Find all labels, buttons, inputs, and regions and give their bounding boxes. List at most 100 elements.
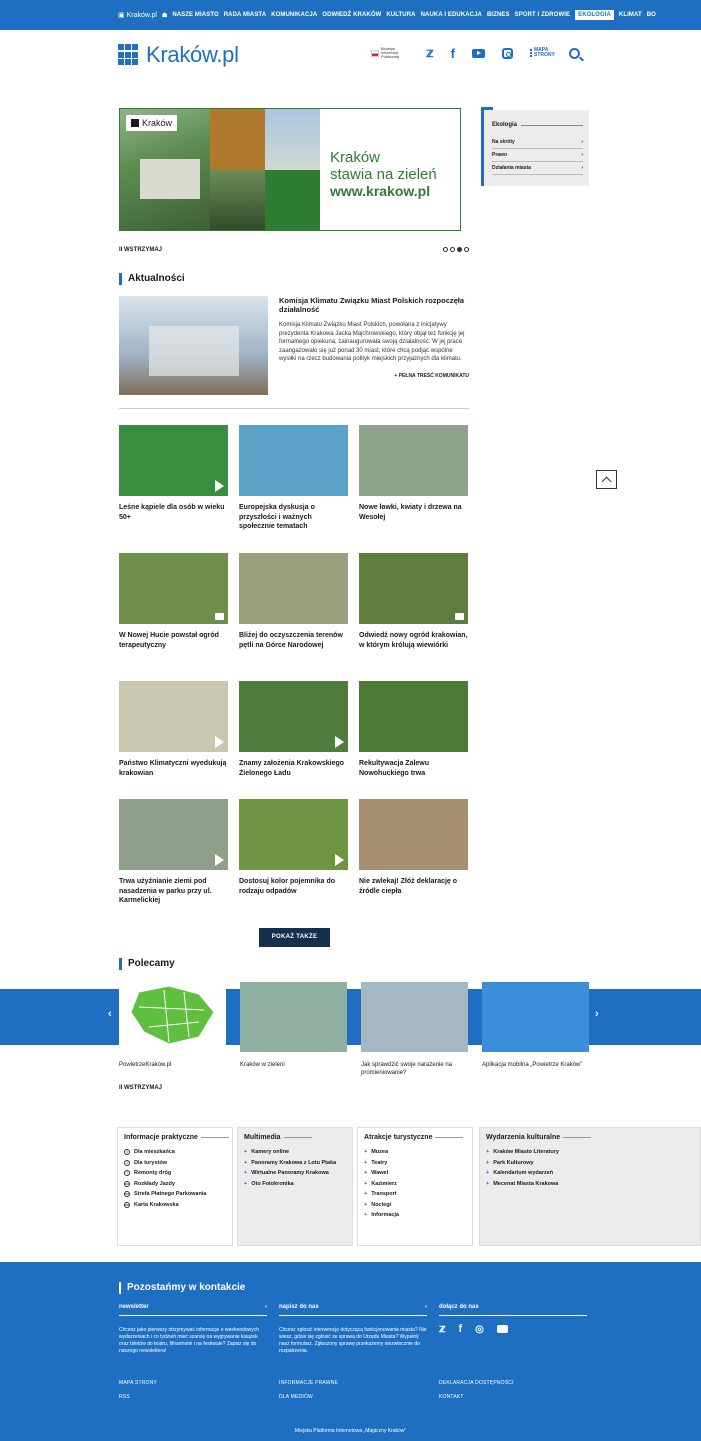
nav-item[interactable]: RADA MIASTA	[224, 12, 266, 18]
scroll-top-button[interactable]	[596, 470, 617, 489]
news-tile-image[interactable]	[239, 799, 348, 870]
news-tile[interactable]: Nie zwlekaj! Złóż deklarację o źródle ci…	[359, 799, 469, 896]
news-tile-image[interactable]	[119, 799, 228, 870]
news-tile[interactable]: Państwo Klimatyczni wyedukują krakowian	[119, 681, 229, 778]
site-logo[interactable]: Kraków.pl	[118, 42, 239, 68]
newsletter-link[interactable]: newsletter ›	[119, 1304, 267, 1316]
recommended-item[interactable]: Kraków w zieleni	[240, 982, 347, 1069]
carousel-dot[interactable]	[450, 247, 455, 252]
news-tile-title[interactable]: Trwa użyźnianie ziemi pod nasadzenia w p…	[119, 877, 229, 906]
side-menu-item[interactable]: Prawo ›	[492, 149, 583, 162]
recommended-image[interactable]	[361, 982, 468, 1052]
info-link[interactable]: + Kalendarium wydarzeń	[486, 1170, 700, 1176]
info-link[interactable]: i Dla mieszkańca	[124, 1149, 232, 1155]
news-tile-image[interactable]	[359, 553, 468, 624]
info-link[interactable]: ▭ Rozkłady Jazdy	[124, 1180, 232, 1187]
recommended-image[interactable]	[240, 982, 347, 1052]
info-link[interactable]: + Mecenat Miasta Krakowa	[486, 1181, 700, 1187]
facebook-icon[interactable]: f	[451, 46, 455, 61]
news-tile-image[interactable]	[239, 425, 348, 496]
news-tile-title[interactable]: Leśne kąpiele dla osób w wieku 50+	[119, 503, 229, 522]
footer-link[interactable]: DLA MEDIÓW	[279, 1394, 313, 1400]
nav-item[interactable]: KULTURA	[386, 12, 415, 18]
info-link[interactable]: + Teatry	[364, 1160, 472, 1166]
info-link[interactable]: + Wirtualne Panoramy Krakowa	[244, 1170, 352, 1176]
info-link[interactable]: + Park Kulturowy	[486, 1160, 700, 1166]
news-tile-image[interactable]	[119, 553, 228, 624]
news-tile-image[interactable]	[359, 681, 468, 752]
youtube-icon[interactable]	[472, 48, 486, 58]
nav-item-active[interactable]: EKOLOGIA	[575, 10, 614, 20]
info-link[interactable]: i Dla turystów	[124, 1159, 232, 1166]
search-icon[interactable]	[569, 47, 581, 59]
news-tile[interactable]: Odwiedź nowy ogród krakowian, w którym k…	[359, 553, 469, 650]
recommended-image[interactable]	[119, 982, 226, 1052]
show-more-button[interactable]: POKAŻ TAKŻE	[259, 928, 330, 947]
info-link[interactable]: + Kamery online	[244, 1149, 352, 1155]
info-link[interactable]: + Wawel	[364, 1170, 472, 1176]
banner-pause-button[interactable]: II WSTRZYMAJ	[119, 247, 162, 253]
recommended-item[interactable]: Aplikacja mobilna „Powietrze Kraków”	[482, 982, 589, 1069]
info-link[interactable]: + Panoramy Krakowa z Lotu Ptaka	[244, 1160, 352, 1166]
news-tile-image[interactable]	[359, 425, 468, 496]
featured-news-more-link[interactable]: + PEŁNA TREŚĆ KOMUNIKATU	[279, 373, 469, 379]
news-tile-title[interactable]: Bliżej do oczyszczenia terenów pętli na …	[239, 631, 349, 650]
home-icon[interactable]: ☗	[162, 12, 167, 19]
news-tile-title[interactable]: Państwo Klimatyczni wyedukują krakowian	[119, 759, 229, 778]
news-tile[interactable]: Rekultywacja Zalewu Nowohuckiego trwa	[359, 681, 469, 778]
carousel-dot-active[interactable]	[457, 247, 462, 252]
info-link[interactable]: + Muzea	[364, 1149, 472, 1155]
news-tile[interactable]: Europejska dyskusja o przyszłości i ważn…	[239, 425, 349, 532]
news-tile[interactable]: Nowe ławki, kwiaty i drzewa na Wesołej	[359, 425, 469, 522]
info-link[interactable]: ▭ Karta Krakowska	[124, 1201, 232, 1208]
news-tile-image[interactable]	[119, 425, 228, 496]
footer-link[interactable]: KONTAKT	[439, 1394, 464, 1400]
recommended-pause-button[interactable]: II WSTRZYMAJ	[119, 1085, 162, 1091]
nav-item[interactable]: ODWIEDŹ KRAKÓW	[322, 12, 381, 18]
news-tile-title[interactable]: Europejska dyskusja o przyszłości i ważn…	[239, 503, 349, 532]
side-menu-item[interactable]: Działania miasta ›	[492, 162, 583, 175]
youtube-icon[interactable]	[496, 1325, 508, 1333]
recommended-title[interactable]: PowietrzeKraków.pl	[119, 1061, 226, 1069]
twitter-icon[interactable]: 𝕫	[439, 1323, 446, 1334]
footer-link[interactable]: RSS	[119, 1394, 130, 1400]
news-tile[interactable]: Trwa użyźnianie ziemi pod nasadzenia w p…	[119, 799, 229, 906]
recommended-title[interactable]: Jak sprawdzić swoje narażenie na promien…	[361, 1061, 468, 1077]
info-link[interactable]: ▭ Strefa Płatnego Parkowania	[124, 1191, 232, 1197]
nav-item[interactable]: NASZE MIASTO	[172, 12, 218, 18]
footer-link[interactable]: DEKLARACJA DOSTĘPNOŚCI	[439, 1380, 514, 1386]
nav-item[interactable]: KLIMAT	[619, 12, 642, 18]
news-tile-image[interactable]	[359, 799, 468, 870]
facebook-icon[interactable]: f	[459, 1323, 463, 1334]
footer-link[interactable]: INFORMACJE PRAWNE	[279, 1380, 338, 1386]
chevron-left-icon[interactable]: ‹	[108, 1008, 112, 1020]
carousel-dot[interactable]	[443, 247, 448, 252]
news-tile-title[interactable]: W Nowej Hucie powstał ogród terapeutyczn…	[119, 631, 229, 650]
recommended-item[interactable]: Jak sprawdzić swoje narażenie na promien…	[361, 982, 468, 1077]
info-link[interactable]: + Kazimierz	[364, 1181, 472, 1187]
news-tile-image[interactable]	[239, 681, 348, 752]
sitemap-icon[interactable]: MAPA STRONY	[530, 48, 555, 58]
featured-news-title[interactable]: Komisja Klimatu Związku Miast Polskich r…	[279, 296, 469, 314]
news-tile[interactable]: Dostosuj kolor pojemnika do rodzaju odpa…	[239, 799, 349, 896]
info-link[interactable]: + Transport	[364, 1191, 472, 1197]
bip-icon[interactable]: Biuletyn Informacji Publicznej	[371, 47, 409, 59]
news-tile-title[interactable]: Odwiedź nowy ogród krakowian, w którym k…	[359, 631, 469, 650]
news-tile[interactable]: Leśne kąpiele dla osób w wieku 50+	[119, 425, 229, 522]
info-link[interactable]: + Kraków Miasto Literatury	[486, 1149, 700, 1155]
news-tile[interactable]: Znamy założenia Krakowskiego Zielonego Ł…	[239, 681, 349, 778]
news-tile-title[interactable]: Znamy założenia Krakowskiego Zielonego Ł…	[239, 759, 349, 778]
news-tile[interactable]: Bliżej do oczyszczenia terenów pętli na …	[239, 553, 349, 650]
news-tile-title[interactable]: Nie zwlekaj! Złóż deklarację o źródle ci…	[359, 877, 469, 896]
info-link[interactable]: + Informacja	[364, 1212, 472, 1218]
nav-item[interactable]: NAUKA I EDUKACJA	[421, 12, 482, 18]
news-tile-image[interactable]	[119, 681, 228, 752]
home-link[interactable]: ▣ Kraków.pl	[118, 11, 157, 19]
info-link[interactable]: + Oto Fotokronika	[244, 1181, 352, 1187]
info-link[interactable]: ! Remonty dróg	[124, 1170, 232, 1176]
carousel-dot[interactable]	[464, 247, 469, 252]
recommended-image[interactable]	[482, 982, 589, 1052]
chevron-right-icon[interactable]: ›	[595, 1008, 599, 1020]
info-link[interactable]: + Noclegi	[364, 1202, 472, 1208]
news-tile-title[interactable]: Rekultywacja Zalewu Nowohuckiego trwa	[359, 759, 469, 778]
